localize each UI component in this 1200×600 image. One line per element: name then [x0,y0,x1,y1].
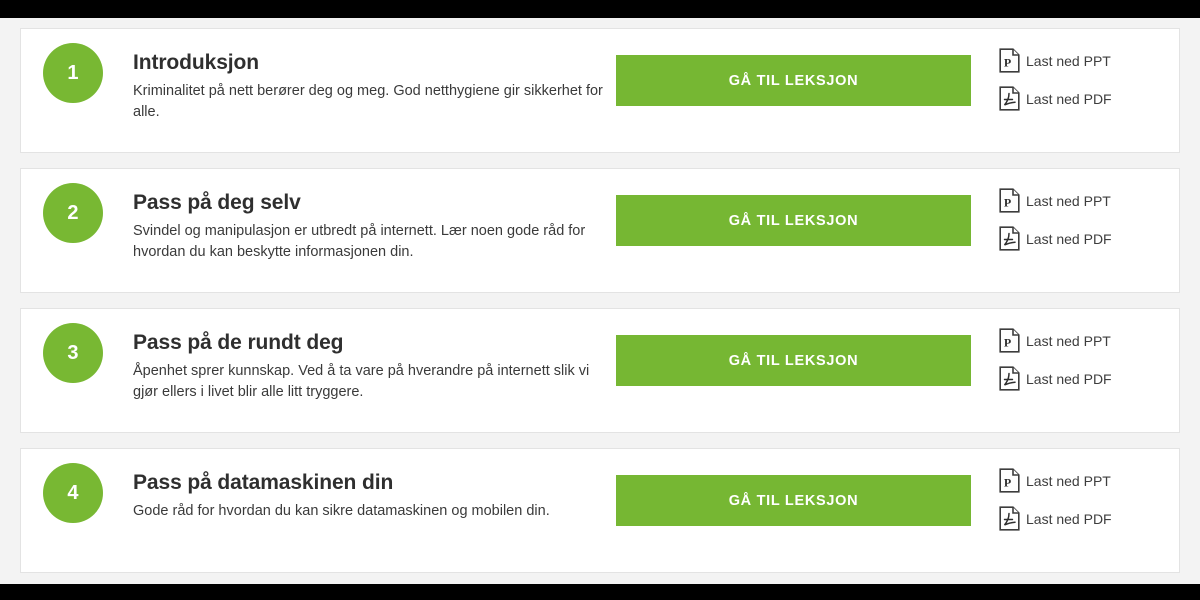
go-to-lesson-button[interactable]: GÅ TIL LEKSJON [616,335,971,386]
lesson-card: 3 Pass på de rundt deg Åpenhet sprer kun… [20,308,1180,433]
lesson-number: 2 [67,202,79,224]
pdf-file-icon [999,506,1020,531]
lesson-title: Pass på datamaskinen din [133,471,394,494]
lesson-text-block: Pass på de rundt deg Åpenhet sprer kunns… [133,331,603,402]
download-pdf-label: Last ned PDF [1026,510,1112,527]
lesson-number-badge: 1 [43,43,103,103]
lesson-number-badge: 2 [43,183,103,243]
lesson-card: 2 Pass på deg selv Svindel og manipulasj… [20,168,1180,293]
lesson-description: Svindel og manipulasjon er utbredt på in… [133,223,586,260]
download-pdf-link[interactable]: Last ned PDF [999,226,1112,251]
lesson-title: Pass på deg selv [133,191,301,214]
svg-text:P: P [1004,196,1011,210]
lesson-title: Introduksjon [133,51,259,74]
download-pdf-label: Last ned PDF [1026,90,1112,107]
lesson-description: Åpenhet sprer kunnskap. Ved å ta vare på… [133,363,590,400]
lesson-text-block: Pass på datamaskinen din Gode råd for hv… [133,471,603,522]
lesson-card: 1 Introduksjon Kriminalitet på nett berø… [20,28,1180,153]
powerpoint-file-icon: P [999,48,1020,73]
svg-text:P: P [1004,56,1011,70]
lesson-number-badge: 3 [43,323,103,383]
lesson-card-content: 3 Pass på de rundt deg Åpenhet sprer kun… [21,309,1179,432]
download-ppt-label: Last ned PPT [1026,192,1111,209]
powerpoint-file-icon: P [999,328,1020,353]
download-pdf-link[interactable]: Last ned PDF [999,86,1112,111]
pdf-file-icon [999,86,1020,111]
go-to-lesson-button[interactable]: GÅ TIL LEKSJON [616,55,971,106]
powerpoint-file-icon: P [999,188,1020,213]
lesson-number: 3 [67,342,79,364]
lesson-downloads: P Last ned PPT Last ned PDF [999,468,1112,531]
lesson-card-content: 4 Pass på datamaskinen din Gode råd for … [21,449,1179,572]
lesson-number-badge: 4 [43,463,103,523]
lesson-number: 1 [67,62,79,84]
pdf-file-icon [999,226,1020,251]
lesson-downloads: P Last ned PPT Last ned PDF [999,48,1112,111]
lesson-downloads: P Last ned PPT Last ned PDF [999,188,1112,251]
powerpoint-file-icon: P [999,468,1020,493]
go-to-lesson-button[interactable]: GÅ TIL LEKSJON [616,195,971,246]
top-frame-bar [0,0,1200,18]
download-ppt-link[interactable]: P Last ned PPT [999,468,1112,493]
lesson-description: Gode råd for hvordan du kan sikre datama… [133,503,550,520]
download-pdf-link[interactable]: Last ned PDF [999,506,1112,531]
download-pdf-link[interactable]: Last ned PDF [999,366,1112,391]
download-ppt-label: Last ned PPT [1026,332,1111,349]
download-ppt-link[interactable]: P Last ned PPT [999,328,1112,353]
lesson-card-content: 1 Introduksjon Kriminalitet på nett berø… [21,29,1179,152]
pdf-file-icon [999,366,1020,391]
lesson-list-page: 1 Introduksjon Kriminalitet på nett berø… [0,18,1200,584]
lesson-card: 4 Pass på datamaskinen din Gode råd for … [20,448,1180,573]
go-to-lesson-button[interactable]: GÅ TIL LEKSJON [616,475,971,526]
lesson-downloads: P Last ned PPT Last ned PDF [999,328,1112,391]
download-ppt-link[interactable]: P Last ned PPT [999,48,1112,73]
lesson-text-block: Pass på deg selv Svindel og manipulasjon… [133,191,603,262]
download-pdf-label: Last ned PDF [1026,370,1112,387]
lesson-description: Kriminalitet på nett berører deg og meg.… [133,83,603,120]
lesson-title: Pass på de rundt deg [133,331,344,354]
download-ppt-label: Last ned PPT [1026,52,1111,69]
lesson-card-content: 2 Pass på deg selv Svindel og manipulasj… [21,169,1179,292]
bottom-frame-bar [0,584,1200,600]
download-ppt-label: Last ned PPT [1026,472,1111,489]
download-ppt-link[interactable]: P Last ned PPT [999,188,1112,213]
svg-text:P: P [1004,476,1011,490]
svg-text:P: P [1004,336,1011,350]
lesson-text-block: Introduksjon Kriminalitet på nett berøre… [133,51,603,122]
download-pdf-label: Last ned PDF [1026,230,1112,247]
lesson-number: 4 [67,482,79,504]
